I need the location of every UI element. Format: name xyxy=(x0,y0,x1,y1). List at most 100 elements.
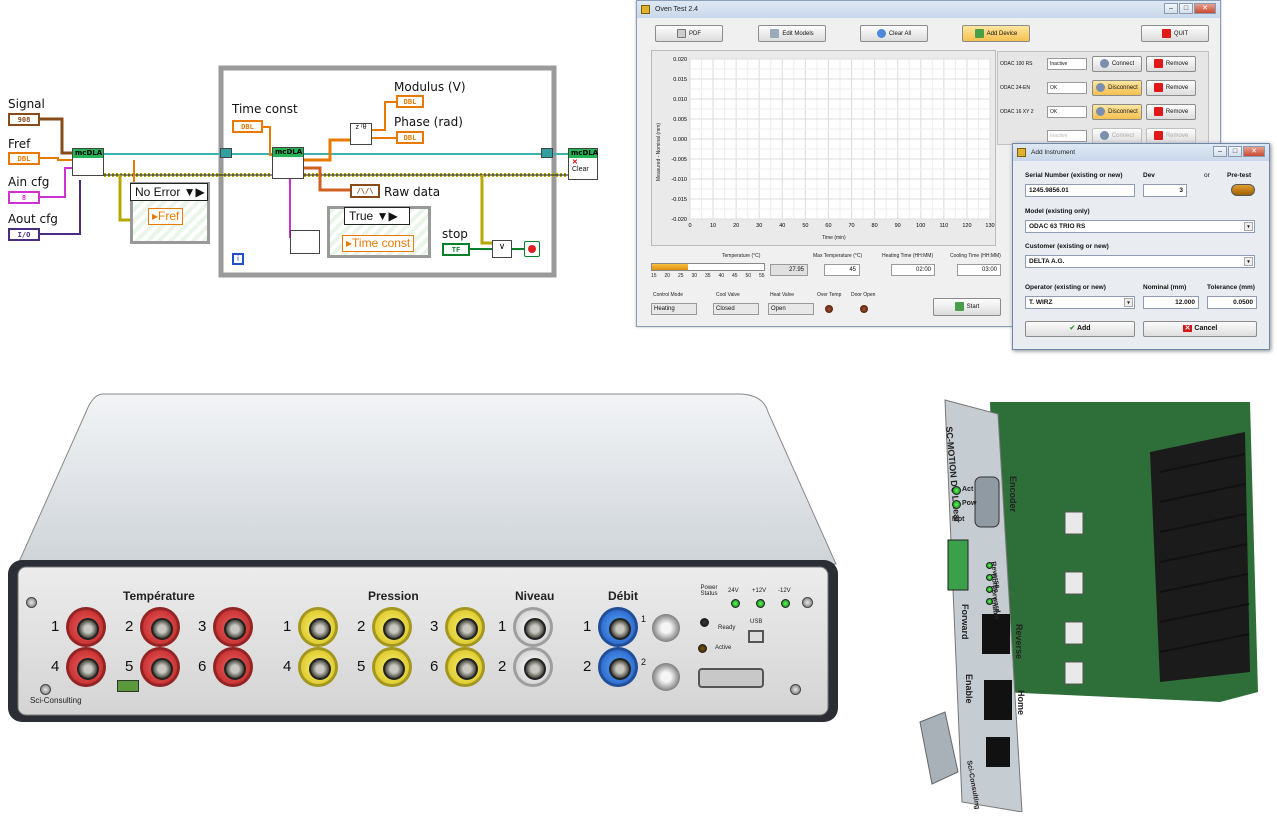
tolerance-input[interactable]: 0.0500 xyxy=(1207,296,1257,309)
nominal-label: Nominal (mm) xyxy=(1143,284,1187,291)
encoder-label: Encoder xyxy=(1008,476,1018,513)
stop-icon xyxy=(1161,28,1171,38)
serial-input[interactable]: 1245.9856.01 xyxy=(1025,184,1135,197)
24v-label: 24V xyxy=(728,588,739,594)
max-temp-input[interactable]: 45 xyxy=(824,264,860,276)
niv-channel-number: 2 xyxy=(498,658,507,675)
or-node[interactable]: ∨ xyxy=(492,240,512,258)
minimize-button[interactable]: – xyxy=(1164,3,1178,14)
over-temp-led xyxy=(825,305,833,313)
customer-value: DELTA A.G. xyxy=(1029,258,1065,265)
model-label: Model (existing only) xyxy=(1025,208,1090,215)
fref-terminal[interactable]: DBL xyxy=(8,152,40,165)
x-tick-label: 90 xyxy=(895,223,901,229)
y-tick-label: 0.015 xyxy=(673,77,687,83)
pres-channel-number: 5 xyxy=(357,658,366,675)
check-icon: ✔ xyxy=(1069,325,1077,332)
customer-select[interactable]: DELTA A.G. ▾ xyxy=(1025,255,1255,268)
heating-time-input[interactable]: 02:00 xyxy=(891,264,935,276)
add-device-button[interactable]: Add Device xyxy=(962,25,1030,42)
fref-local-variable[interactable]: ▸Fref xyxy=(148,208,184,225)
device-connect-button[interactable]: Disconnect xyxy=(1092,104,1142,120)
mcdla-read-subvi[interactable]: mcDLA xyxy=(272,147,304,179)
customer-dropdown-icon: ▾ xyxy=(1244,257,1253,266)
act-led xyxy=(952,486,961,495)
ain-cfg-terminal[interactable]: 8 xyxy=(8,191,40,204)
mcdla-clear-subvi[interactable]: mcDLA ✕ Clear xyxy=(568,148,598,180)
mot-label: Mot xyxy=(952,516,965,523)
device-connect-button[interactable]: Connect xyxy=(1092,128,1142,144)
device-remove-button[interactable]: Remove xyxy=(1146,56,1196,72)
time-const-terminal[interactable]: DBL xyxy=(232,120,263,133)
no-error-selector[interactable]: No Error ▼▶ xyxy=(130,183,208,201)
clear-all-button[interactable]: Clear All xyxy=(860,25,928,42)
clear-x-icon: ✕ xyxy=(572,159,578,166)
drift-graph: 0 10 20 30 40 50 60 70 80 90 100 110 120 130 0.020 0.01… xyxy=(651,50,996,246)
pres-channel-number: 3 xyxy=(430,618,439,635)
aout-cfg-terminal[interactable]: I/O xyxy=(8,228,40,241)
dialog-minimize-button[interactable]: – xyxy=(1213,146,1227,157)
device-name: ODAC 100 RS xyxy=(1000,61,1033,67)
device-connect-button[interactable]: Disconnect xyxy=(1092,80,1142,96)
mcdla-init-subvi[interactable]: mcDLA xyxy=(72,148,104,176)
bundle-node[interactable] xyxy=(290,230,320,254)
dialog-close-button[interactable]: ✕ xyxy=(1243,146,1265,157)
dev-stepper[interactable]: 3 xyxy=(1143,184,1187,197)
temp-connector xyxy=(213,647,253,687)
x-tick-label: 80 xyxy=(872,223,878,229)
device-remove-button[interactable]: Remove xyxy=(1146,80,1196,96)
pres-channel-number: 1 xyxy=(283,618,292,635)
control-mode-value: Heating xyxy=(651,303,697,315)
dialog-titlebar[interactable]: Add Instrument – □ ✕ xyxy=(1013,144,1269,161)
bnc-1-label: 1 xyxy=(641,614,647,624)
y-tick-label: -0.015 xyxy=(671,197,687,203)
start-button[interactable]: Start xyxy=(933,298,1001,316)
gear-icon xyxy=(1099,58,1109,68)
device-remove-button[interactable]: Remove xyxy=(1146,104,1196,120)
time-const-local-variable[interactable]: ▸Time const xyxy=(342,235,415,252)
heat-valve-label: Heat Valve xyxy=(770,292,795,298)
cancel-button[interactable]: ✕ Cancel xyxy=(1143,321,1257,337)
true-selector[interactable]: True ▼▶ xyxy=(344,207,410,225)
temp-scale-tick: 35 xyxy=(705,273,711,279)
cancel-label: Cancel xyxy=(1194,325,1218,332)
pdf-button[interactable]: PDF xyxy=(655,25,723,42)
pdf-label: PDF xyxy=(689,31,701,37)
add-button[interactable]: ✔ Add xyxy=(1025,321,1135,337)
x-tick-label: 10 xyxy=(710,223,716,229)
device-connect-button[interactable]: Connect xyxy=(1092,56,1142,72)
oven-titlebar[interactable]: Oven Test 2.4 – □ ✕ xyxy=(637,1,1220,18)
pres-connector xyxy=(372,647,412,687)
operator-label: Operator (existing or new) xyxy=(1025,284,1106,291)
loop-condition-stop-icon[interactable] xyxy=(524,241,540,257)
fref-local-text: Fref xyxy=(158,209,180,223)
polar-convert-node[interactable]: z ʳθ xyxy=(350,123,372,145)
oven-title: Oven Test 2.4 xyxy=(655,6,699,13)
operator-select[interactable]: T. WIRZ ▾ xyxy=(1025,296,1135,309)
stop-label: stop xyxy=(442,227,468,241)
quit-button[interactable]: QUIT xyxy=(1141,25,1209,42)
pres-channel-number: 6 xyxy=(430,658,439,675)
x-tick-label: 100 xyxy=(916,223,925,229)
temp-connector xyxy=(66,647,106,687)
deb-connector xyxy=(598,647,638,687)
cooling-time-input[interactable]: 03:00 xyxy=(957,264,1001,276)
model-select[interactable]: ODAC 63 TRIO RS ▾ xyxy=(1025,220,1255,233)
maximize-button[interactable]: □ xyxy=(1179,3,1193,14)
device-remove-button[interactable]: Remove xyxy=(1146,128,1196,144)
temperature-bar xyxy=(651,263,765,271)
temp-connector xyxy=(66,607,106,647)
pretest-toggle[interactable] xyxy=(1231,184,1255,196)
stop-terminal[interactable]: TF xyxy=(442,243,470,256)
temperature-label: Temperature (°C) xyxy=(722,253,761,259)
time-const-label: Time const xyxy=(232,102,298,116)
close-button[interactable]: ✕ xyxy=(1194,3,1216,14)
max-temp-label: Max Temperature (°C) xyxy=(813,253,863,259)
nominal-input[interactable]: 12.000 xyxy=(1143,296,1199,309)
edit-models-button[interactable]: Edit Models xyxy=(758,25,826,42)
dialog-maximize-button[interactable]: □ xyxy=(1228,146,1242,157)
model-value: ODAC 63 TRIO RS xyxy=(1029,223,1086,230)
shift-register-right xyxy=(541,148,553,158)
pres-connector xyxy=(445,647,485,687)
signal-terminal[interactable]: 908 xyxy=(8,113,40,126)
